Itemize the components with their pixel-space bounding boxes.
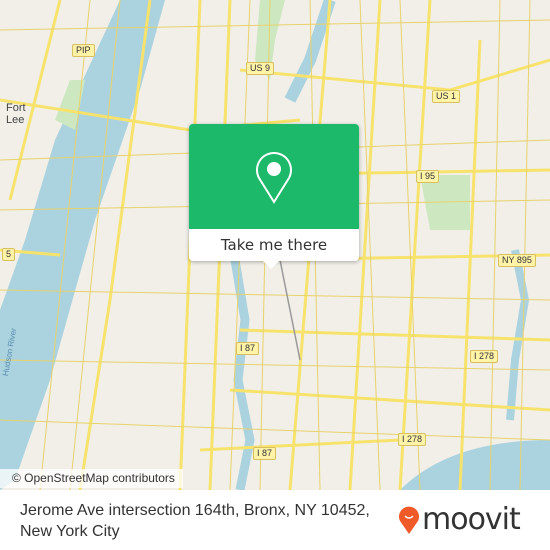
east-river xyxy=(400,440,550,490)
map-pin-icon xyxy=(256,152,292,204)
popup-header xyxy=(189,124,359,229)
attribution[interactable]: © OpenStreetMap contributors xyxy=(0,469,183,488)
shield-i278: I 278 xyxy=(470,350,499,363)
destination-popup: Take me there xyxy=(189,124,359,261)
shield-ny895: NY 895 xyxy=(498,254,536,267)
shield-5: 5 xyxy=(2,248,16,261)
shield-i278-2: I 278 xyxy=(398,433,427,446)
shield-i95: I 95 xyxy=(416,170,440,183)
address-text: Jerome Ave intersection 164th, Bronx, NY… xyxy=(20,502,370,540)
shield-i87: I 87 xyxy=(236,342,260,355)
take-me-there-button[interactable]: Take me there xyxy=(189,229,359,261)
shield-us1: US 1 xyxy=(432,90,461,103)
place-fort-lee: Fort Lee xyxy=(6,102,26,126)
shield-pip: PIP xyxy=(72,44,95,57)
shield-i87-2: I 87 xyxy=(253,447,277,460)
moovit-pin-icon xyxy=(399,506,419,534)
shield-us9: US 9 xyxy=(246,62,275,75)
moovit-wordmark: moovit xyxy=(422,502,521,537)
popup-pointer xyxy=(262,260,280,269)
moovit-logo: moovit xyxy=(398,502,521,537)
